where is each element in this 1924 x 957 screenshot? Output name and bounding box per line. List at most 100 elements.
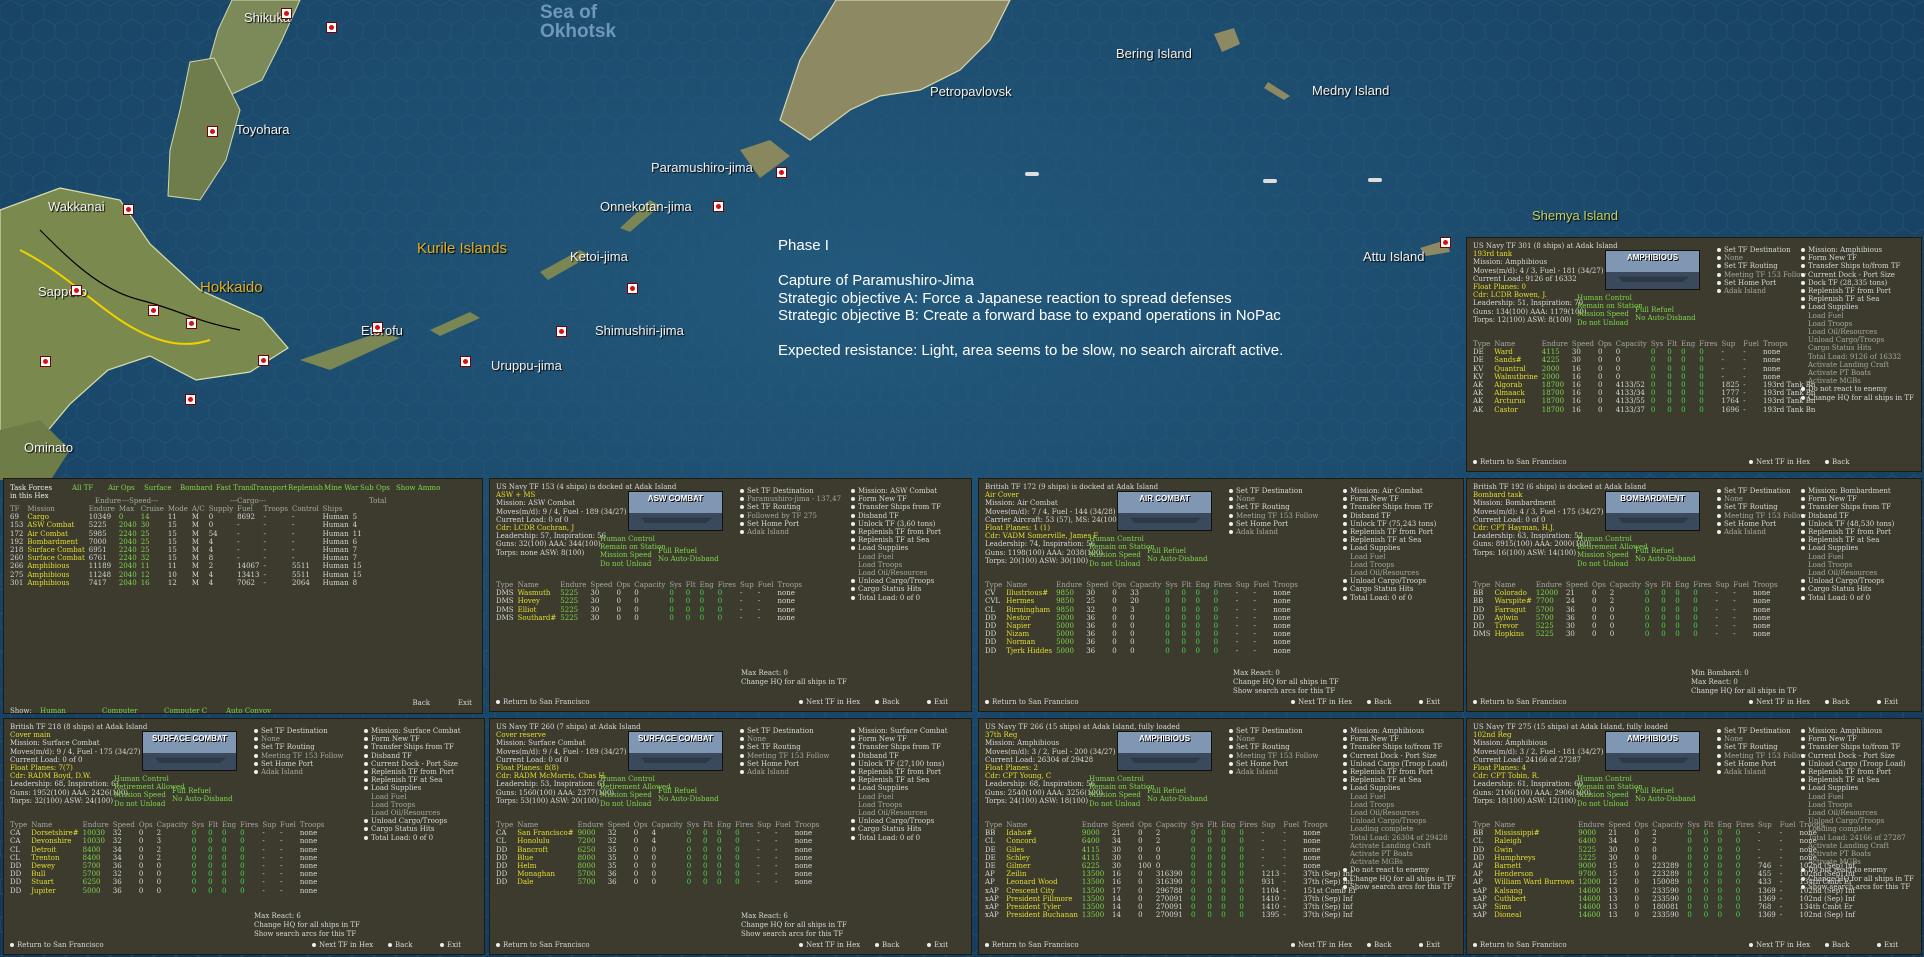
column-header[interactable]: Sys (1165, 581, 1181, 589)
tf-command[interactable]: Load Supplies (1343, 544, 1443, 552)
tf-command[interactable]: Load Fuel (851, 553, 951, 561)
tf-command[interactable]: Load Fuel (851, 793, 951, 801)
tf-command[interactable]: Load Fuel (364, 793, 464, 801)
column-header[interactable]: Flt (1661, 581, 1675, 589)
task-force-row[interactable]: 260 Surface Combat 6761 2240 32 15 M 8 - - - Human 7 (10, 554, 366, 562)
column-header[interactable]: Ops (634, 821, 652, 829)
tf-command[interactable]: Replenish TF at Sea (1801, 536, 1901, 544)
task-force-row[interactable]: 275 Amphibious 11248 2040 12 10 M 4 13413- 5511 Hu… (10, 571, 366, 579)
place-onnekotan[interactable]: Onnekotan-jima (600, 199, 692, 214)
tf-command[interactable]: Load Oil/Resources (364, 809, 464, 817)
ship-row[interactable]: CV Illustrious# 9850 30 0 33 0 0 0 0- - none (985, 589, 1302, 597)
column-header[interactable]: Fuel (1743, 340, 1763, 348)
column-header[interactable]: Type (496, 821, 517, 829)
task-force-row[interactable]: 301 Amphibious 7417 2040 16 12 M 4 7062- 2064 Huma… (10, 579, 366, 587)
return-to-port-button[interactable]: Return to San Francisco (1473, 698, 1567, 706)
tf-option[interactable]: Full Refuel (1147, 787, 1217, 795)
tf-option[interactable]: Human Control (1089, 775, 1179, 783)
tf-option[interactable]: No Auto-Disband (1147, 795, 1217, 803)
exit-button[interactable]: Exit (1877, 698, 1898, 706)
tf-command[interactable]: Form New TF (851, 495, 951, 503)
tf-destination-action[interactable]: Set TF Routing (740, 503, 850, 511)
ship-row[interactable]: CL Detroit 8400 34 0 2 0 0 0 0- - none (10, 846, 328, 854)
tf-command[interactable]: Replenish TF from Port (851, 528, 951, 536)
column-header[interactable]: Fuel (1254, 581, 1274, 589)
base-marker[interactable] (258, 355, 269, 366)
ship-row[interactable]: CL Concord 6400 34 0 2 0 0 0 0- - none (985, 837, 1361, 845)
exit-button[interactable]: Exit (927, 698, 948, 706)
back-button[interactable]: Back (1825, 458, 1849, 466)
tf-command[interactable]: Unload Cargo/Troops (364, 817, 464, 825)
tf-command[interactable]: Replenish TF at Sea (851, 776, 951, 784)
tf-option[interactable]: Human Control (600, 535, 690, 543)
tf-command[interactable]: Load Supplies (851, 784, 951, 792)
tf-command[interactable]: Unload Cargo/Troops (1343, 577, 1443, 585)
ship-row[interactable]: xAP Crescent City 13500 17 0 296788 0 0 0 0 1104-1… (985, 887, 1361, 895)
column-header[interactable]: Flt (1667, 340, 1681, 348)
column-header[interactable]: TF (10, 505, 27, 513)
ship-row[interactable]: AK Castor 18700 16 0 4133/37 0 0 0 0 1696-193rd Ta… (1473, 406, 1819, 414)
column-header[interactable]: Troops (778, 581, 807, 589)
ship-row[interactable]: xAP President Tyler 13500 14 0 270091 0 0 0 0 1410… (985, 903, 1361, 911)
task-force-row[interactable]: 69 Cargo 10349 0 14 11 M 0 8692- - Human 5 (10, 513, 366, 521)
column-header[interactable]: Sys (1651, 340, 1667, 348)
tf-command[interactable]: Load Fuel (1343, 793, 1443, 801)
column-header[interactable]: Name (517, 821, 577, 829)
task-force-row[interactable]: 218 Surface Combat 6951 2240 25 15 M 4 - - - Human 7 (10, 546, 366, 554)
tf-command[interactable]: Mission: Amphibious (1801, 727, 1901, 735)
tf-command[interactable]: Load Fuel (1801, 312, 1901, 320)
tf-command[interactable]: Form New TF (851, 735, 951, 743)
tf-command[interactable]: Transfer Ships to/from TF (1801, 262, 1901, 270)
column-header[interactable]: Sup (1758, 821, 1780, 829)
tf-option[interactable]: No Auto-Disband (658, 795, 728, 803)
column-header[interactable]: Endure (1082, 821, 1112, 829)
ship-row[interactable]: DD Farragut 5700 36 0 0 0 0 0 0- - none (1473, 606, 1782, 614)
tf-command[interactable]: Replenish TF at Sea (364, 776, 464, 784)
tf-destination-action[interactable]: Set Home Port (740, 760, 850, 768)
ship-row[interactable]: DD Nizam 5000 36 0 0 0 0 0 0- - none (985, 630, 1302, 638)
maxreact-option[interactable]: Max React: 0 (741, 669, 788, 677)
ship-row[interactable]: DD Jupiter 5000 36 0 0 0 0 0 0- - none (10, 887, 328, 895)
tf-command[interactable]: Replenish TF from Port (1801, 528, 1901, 536)
tf-option[interactable]: No Auto-Disband (1635, 795, 1705, 803)
column-header[interactable]: Capacity (634, 581, 669, 589)
column-header[interactable]: Name (31, 821, 82, 829)
maxreact-option[interactable]: Max React: 0 (1233, 669, 1280, 677)
tf-command[interactable]: Replenish TF from Port (1343, 528, 1443, 536)
change-option[interactable]: Change HQ for all ships in TF (254, 921, 360, 929)
tf-command[interactable]: Load Fuel (1343, 553, 1443, 561)
column-header[interactable]: Speed (590, 581, 616, 589)
base-marker[interactable] (627, 283, 638, 294)
column-header[interactable]: Ops (616, 581, 634, 589)
column-header[interactable]: Ships (323, 505, 353, 513)
tf-command[interactable]: Load Troops (851, 561, 951, 569)
ship-row[interactable]: xAP Sims 14600 13 0 180081 0 0 0 0 768-134th Cmbt … (1473, 903, 1859, 911)
ship-row[interactable]: AP Henderson 9700 15 0 223289 0 0 0 0 455-102nd (S… (1473, 870, 1859, 878)
return-to-port-button[interactable]: Return to San Francisco (1473, 941, 1567, 949)
base-marker[interactable] (776, 167, 787, 178)
ship-row[interactable]: CL Raleigh 6400 34 0 2 0 0 0 0- - none (1473, 837, 1859, 845)
ship-row[interactable]: xAP President Fillmore 13500 14 0 270091 0 0 0 0 1… (985, 895, 1361, 903)
place-medny[interactable]: Medny Island (1312, 83, 1389, 98)
tf-command[interactable]: Mission: ASW Combat (851, 487, 951, 495)
column-header[interactable]: Sys (1191, 821, 1207, 829)
ship-row[interactable]: BB Mississippi# 9000 21 0 2 0 0 0 0- - none (1473, 829, 1859, 837)
tf-command[interactable]: Load Troops (851, 801, 951, 809)
base-marker[interactable] (713, 201, 724, 212)
tf-option[interactable]: Full Refuel (172, 787, 242, 795)
tf-option[interactable]: No Auto-Disband (1635, 555, 1705, 563)
tf-command[interactable]: Transfer Ships from TF (1343, 503, 1443, 511)
ship-row[interactable]: DE Gilmer 6225 30 100 0 0 0 0 0- - none (985, 862, 1361, 870)
column-header[interactable]: Type (496, 581, 518, 589)
column-header[interactable]: Troops (1273, 581, 1302, 589)
ship-row[interactable]: CL Trenton 8400 34 0 2 0 0 0 0- - none (10, 854, 328, 862)
ship-row[interactable]: DMS Wasmuth 5225 30 0 0 0 0 0 0- - none (496, 589, 806, 597)
column-header[interactable]: Capacity (652, 821, 687, 829)
column-header[interactable]: Name (1494, 821, 1578, 829)
next-tf-button[interactable]: Next TF in Hex (312, 941, 373, 949)
ship-row[interactable]: DE Sands# 4225 30 0 0 0 0 0 0- - none (1473, 356, 1819, 364)
ship-row[interactable]: DMS Elliot 5225 30 0 0 0 0 0 0- - none (496, 606, 806, 614)
tf-command[interactable]: Load Supplies (1801, 303, 1901, 311)
ship-row[interactable]: AP Zeilin 13500 16 0 316390 0 0 0 0 1213-37th (Sep… (985, 870, 1361, 878)
tf-option[interactable]: Human Control (1577, 775, 1667, 783)
